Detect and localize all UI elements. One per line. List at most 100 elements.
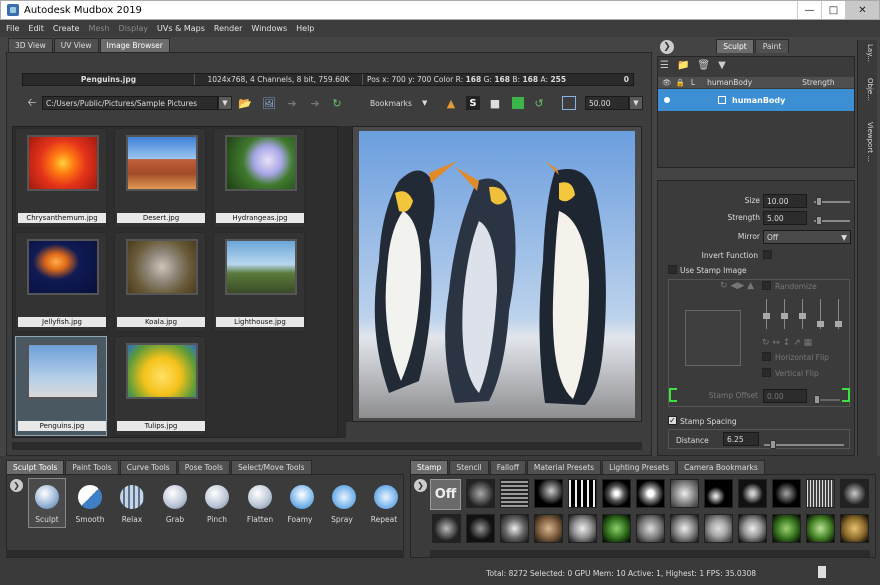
randomize-checkbox[interactable]: [762, 281, 771, 290]
stamp-cloud[interactable]: [500, 514, 529, 543]
stamp-offset-knob[interactable]: [814, 395, 820, 404]
layer-row-humanbody[interactable]: humanBody: [658, 89, 854, 111]
tab-falloff[interactable]: Falloff: [489, 460, 526, 474]
stamp-pebble[interactable]: [568, 514, 597, 543]
stamp-offset-slider[interactable]: [814, 395, 840, 404]
tool-tray-expand-icon[interactable]: ❯: [10, 479, 23, 492]
side-tab-objects[interactable]: Obje...: [858, 78, 874, 116]
tab-paint-tools[interactable]: Paint Tools: [65, 460, 119, 474]
invert-function-checkbox[interactable]: [763, 250, 772, 259]
grab-icon[interactable]: [163, 485, 187, 509]
thumbnail-lighthouse[interactable]: Lighthouse.jpg: [213, 232, 305, 332]
zoom-dropdown-button[interactable]: ▼: [629, 96, 643, 110]
tab-image-browser[interactable]: Image Browser: [99, 38, 170, 52]
tab-paint[interactable]: Paint: [755, 39, 789, 53]
thumbnail-desert[interactable]: Desert.jpg: [114, 128, 206, 228]
tab-material-presets[interactable]: Material Presets: [526, 460, 602, 474]
tool-relax-label[interactable]: Relax: [110, 515, 154, 524]
size-input[interactable]: 10.00: [763, 194, 807, 208]
menu-render[interactable]: Render: [214, 24, 242, 33]
open-folder-icon[interactable]: 📂: [238, 96, 252, 110]
stamp-bark[interactable]: [534, 514, 563, 543]
mini-slider-knob[interactable]: [817, 321, 824, 327]
bookmarks-label[interactable]: Bookmarks: [370, 99, 412, 108]
horizontal-flip-checkbox[interactable]: [762, 352, 771, 361]
stamp-noise-1[interactable]: [466, 479, 495, 508]
sync-icon[interactable]: ↺: [532, 96, 546, 110]
tool-flatten-label[interactable]: Flatten: [238, 515, 282, 524]
tool-spray-label[interactable]: Spray: [320, 515, 364, 524]
stamp-cells[interactable]: [840, 479, 869, 508]
flatten-icon[interactable]: [248, 485, 272, 509]
thumbnail-tulips[interactable]: Tulips.jpg: [114, 336, 206, 436]
stamp-spacing-checkbox[interactable]: ✓: [668, 416, 677, 425]
strength-input[interactable]: 5.00: [763, 211, 807, 225]
stamp-soft[interactable]: [466, 514, 495, 543]
tool-repeat-label[interactable]: Repeat: [362, 515, 406, 524]
tab-stencil[interactable]: Stencil: [449, 460, 489, 474]
tool-sculpt-label[interactable]: Sculpt: [25, 515, 69, 524]
stamp-coral[interactable]: [636, 514, 665, 543]
thumbnail-jellyfish[interactable]: Jellyfish.jpg: [15, 232, 107, 332]
layers-stack-icon[interactable]: ☰: [660, 60, 669, 71]
tab-pose-tools[interactable]: Pose Tools: [177, 460, 230, 474]
pinch-icon[interactable]: [205, 485, 229, 509]
stamp-dots[interactable]: [704, 479, 733, 508]
stamp-splash[interactable]: [636, 479, 665, 508]
main-horizontal-scrollbar[interactable]: [12, 442, 642, 450]
tab-curve-tools[interactable]: Curve Tools: [119, 460, 177, 474]
mini-slider-knob[interactable]: [799, 313, 806, 319]
tab-uv-view[interactable]: UV View: [53, 38, 99, 52]
foamy-icon[interactable]: [290, 485, 314, 509]
tab-camera-bookmarks[interactable]: Camera Bookmarks: [677, 460, 765, 474]
zoom-input[interactable]: 50.00: [585, 96, 629, 110]
previous-arrow-icon[interactable]: ➔: [285, 96, 299, 110]
sculpt-icon[interactable]: [35, 485, 59, 509]
thumbnail-penguins[interactable]: Penguins.jpg: [15, 336, 107, 436]
stamp-stones[interactable]: [670, 514, 699, 543]
menu-file[interactable]: File: [6, 24, 19, 33]
tab-lighting-presets[interactable]: Lighting Presets: [602, 460, 677, 474]
stamp-sponge[interactable]: [840, 514, 869, 543]
tab-3d-view[interactable]: 3D View: [8, 38, 53, 52]
minimize-button[interactable]: —: [797, 1, 821, 19]
stamp-streaks[interactable]: [568, 479, 597, 508]
thumbnail-hydrangeas[interactable]: Hydrangeas.jpg: [213, 128, 305, 228]
mini-slider-knob[interactable]: [781, 313, 788, 319]
stamp-grain[interactable]: [772, 479, 801, 508]
tab-sculpt-tools[interactable]: Sculpt Tools: [6, 460, 65, 474]
stencil-s-icon[interactable]: S: [466, 96, 480, 110]
back-arrow-icon[interactable]: 🡠: [25, 96, 39, 110]
thumbnail-koala[interactable]: Koala.jpg: [114, 232, 206, 332]
distance-slider-knob[interactable]: [770, 440, 776, 449]
tool-pinch-label[interactable]: Pinch: [195, 515, 239, 524]
stamp-grid[interactable]: [500, 479, 529, 508]
stamp-moss[interactable]: [806, 514, 835, 543]
mirror-select[interactable]: Off ▼: [763, 230, 851, 244]
stamp-scatter[interactable]: [534, 479, 563, 508]
delete-layer-icon[interactable]: 🗑: [697, 60, 710, 71]
stamp-leaf[interactable]: [602, 514, 631, 543]
stamp-blob[interactable]: [602, 479, 631, 508]
layer-visible-dot-icon[interactable]: [664, 97, 670, 103]
stamp-tool-icon[interactable]: ▲: [444, 96, 458, 110]
stamp-tray-scrollbar[interactable]: [430, 550, 870, 557]
tab-sculpt[interactable]: Sculpt: [716, 39, 754, 53]
lock-icon[interactable]: 🔒: [676, 78, 685, 87]
stamp-tray-expand-icon[interactable]: ❯: [414, 479, 427, 492]
stamp-clover[interactable]: [772, 514, 801, 543]
menu-help[interactable]: Help: [296, 24, 314, 33]
green-channel-icon[interactable]: [512, 97, 524, 109]
path-input[interactable]: C:/Users/Public/Pictures/Sample Pictures: [42, 96, 218, 110]
stamp-crystal[interactable]: [704, 514, 733, 543]
stamp-flake[interactable]: [738, 514, 767, 543]
vertical-flip-checkbox[interactable]: [762, 368, 771, 377]
fit-view-icon[interactable]: [562, 96, 576, 110]
tab-select-move-tools[interactable]: Select/Move Tools: [230, 460, 312, 474]
size-slider-knob[interactable]: [816, 197, 822, 206]
bookmarks-dropdown-icon[interactable]: ▼: [422, 99, 427, 107]
stamp-image-preview[interactable]: [685, 310, 741, 366]
stamp-noise-2[interactable]: [432, 514, 461, 543]
size-slider[interactable]: [814, 197, 850, 206]
path-dropdown-button[interactable]: ▼: [218, 96, 232, 110]
